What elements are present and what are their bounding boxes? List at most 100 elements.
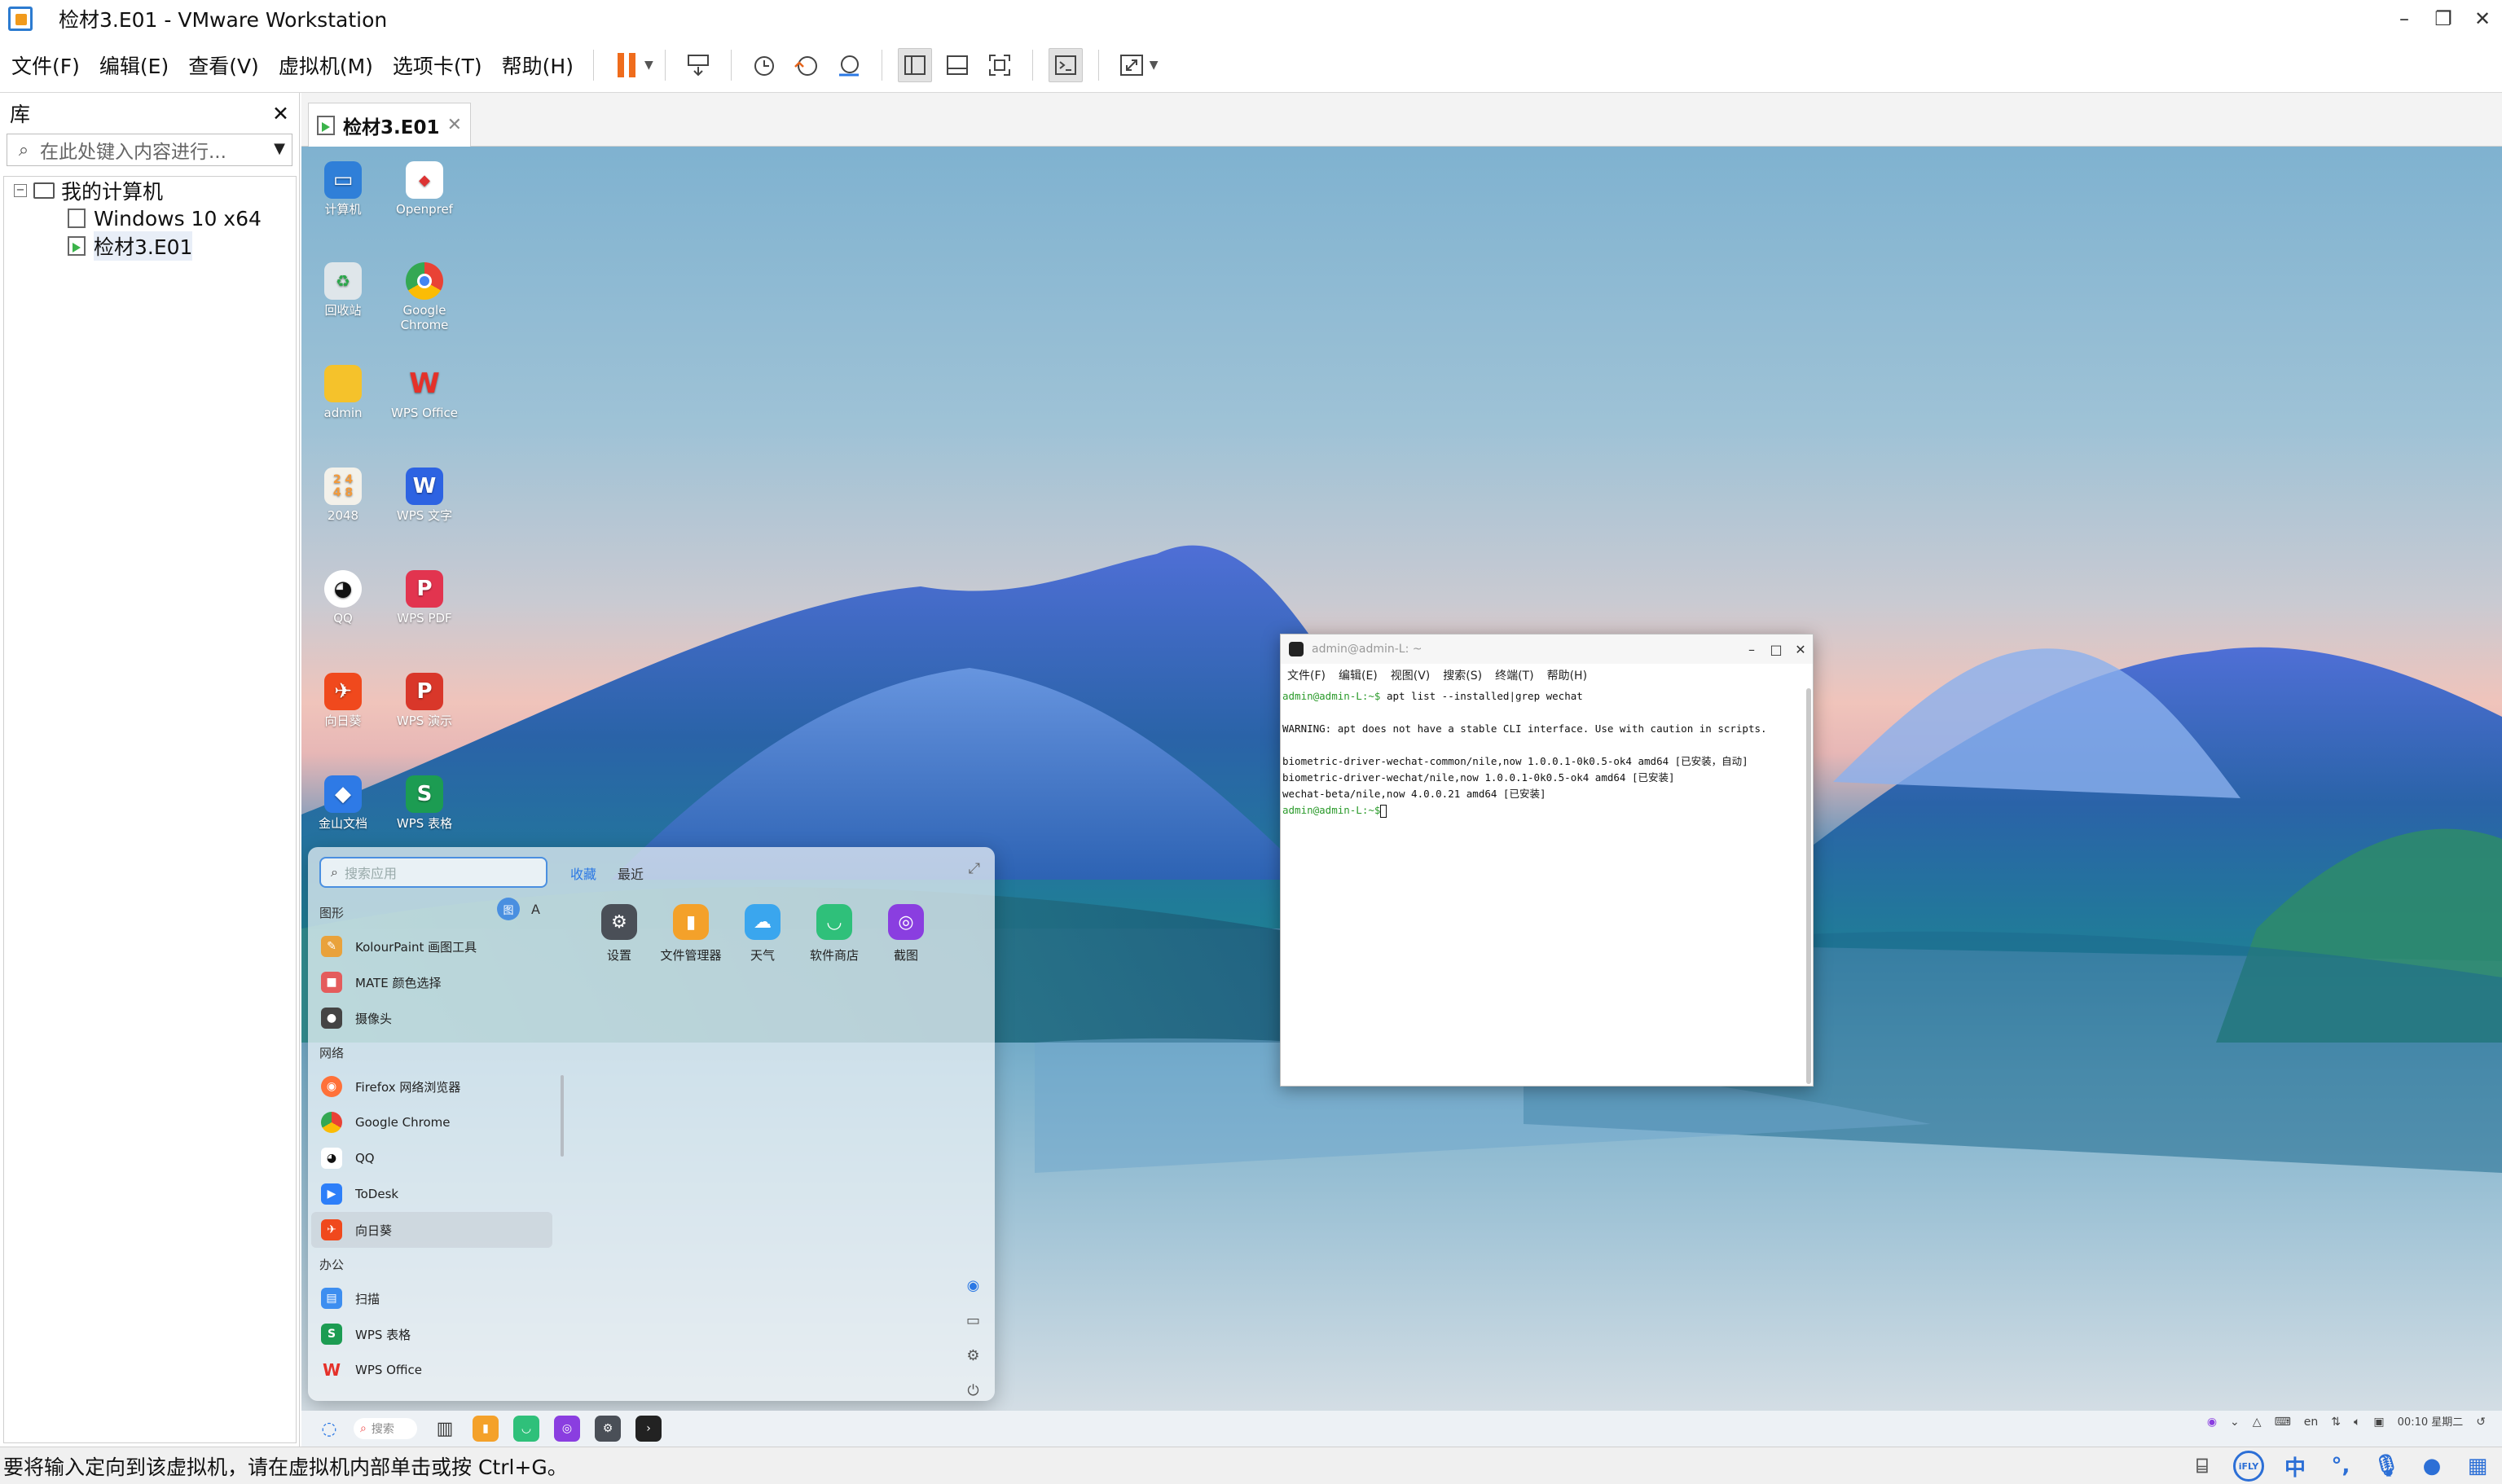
console-view-button[interactable]	[1048, 47, 1083, 82]
menu-edit[interactable]: 编辑(E)	[91, 50, 177, 80]
app-item[interactable]: W WPS Office	[308, 1352, 561, 1388]
favorite-settings[interactable]: ⚙ 设置	[583, 904, 655, 964]
stretch-guest-button[interactable]	[1115, 48, 1149, 82]
tray-arrow-icon[interactable]: ⌄	[2230, 1416, 2240, 1429]
desktop-icon-wps-presentation[interactable]: P WPS 演示	[388, 673, 461, 728]
desktop-icon-wps-spreadsheet[interactable]: S WPS 表格	[388, 775, 461, 831]
close-button[interactable]: ✕	[2463, 0, 2502, 37]
app-item[interactable]: ◕ QQ	[308, 1140, 561, 1176]
tab-vm[interactable]: 检材3.E01 ✕	[308, 103, 471, 147]
app-item[interactable]: Google Chrome	[308, 1104, 561, 1140]
keyboard-icon[interactable]: ⌨	[2275, 1416, 2291, 1429]
software-store-icon[interactable]: ◡	[513, 1416, 539, 1442]
favorite-file-manager[interactable]: ▮ 文件管理器	[655, 904, 727, 964]
snapshot-manager-button[interactable]	[832, 48, 866, 82]
desktop-icon-openpref[interactable]: ◆ Openpref	[388, 161, 461, 217]
terminal-menu-help[interactable]: 帮助(H)	[1547, 667, 1587, 683]
hard-disk-icon[interactable]: ⌸	[2188, 1451, 2217, 1481]
terminal-icon[interactable]: ›	[635, 1416, 662, 1442]
terminal-close-button[interactable]: ✕	[1788, 642, 1813, 657]
notification-icon[interactable]: ▣	[2373, 1416, 2384, 1429]
search-dropdown-icon[interactable]: ▼	[274, 140, 285, 157]
menu-vm[interactable]: 虚拟机(M)	[270, 50, 381, 80]
app-item[interactable]: ◉ Firefox 网络浏览器	[308, 1069, 561, 1104]
volume-icon[interactable]: 🔈︎	[2354, 1416, 2360, 1429]
terminal-menu-view[interactable]: 视图(V)	[1391, 667, 1431, 683]
ifly-ime-icon[interactable]: iFLY	[2233, 1451, 2264, 1482]
punctuation-icon[interactable]: °,	[2326, 1451, 2355, 1481]
snapshot-revert-button[interactable]	[789, 48, 824, 82]
restore-button[interactable]: ❐	[2424, 0, 2463, 37]
tree-item-vm[interactable]: Windows 10 x64	[4, 204, 296, 232]
full-screen-button[interactable]	[983, 48, 1017, 82]
library-close-icon[interactable]: ✕	[272, 102, 289, 125]
taskbar-search-button[interactable]: ⌕ 搜索	[354, 1418, 417, 1439]
app-item[interactable]: ● 摄像头	[308, 1000, 561, 1036]
sidebar-toggle-icon[interactable]: ↺	[2476, 1416, 2486, 1429]
tray-app-icon[interactable]: ◉	[2207, 1416, 2217, 1429]
app-item[interactable]: S WPS 表格	[308, 1316, 561, 1352]
multitask-view-icon[interactable]: ▥	[432, 1416, 458, 1442]
minimize-button[interactable]: –	[2385, 0, 2424, 37]
letter-index-button[interactable]: A	[531, 902, 540, 917]
desktop-icon-sunlogin[interactable]: ✈ 向日葵	[306, 673, 380, 728]
tab-recent[interactable]: 最近	[618, 863, 644, 883]
app-item-hovered[interactable]: ✈ 向日葵	[311, 1212, 552, 1248]
start-menu-button[interactable]: ◌	[316, 1416, 342, 1442]
power-icon[interactable]: ⏻	[967, 1382, 978, 1399]
user-icon[interactable]: ●	[2417, 1451, 2447, 1481]
favorite-screenshot[interactable]: ◎ 截图	[870, 904, 942, 964]
monitor-icon[interactable]: ▭	[966, 1312, 980, 1329]
desktop-icon-qq[interactable]: ◕ QQ	[306, 570, 380, 626]
app-item[interactable]: ✎ KolourPaint 画图工具	[308, 929, 561, 964]
menu-view[interactable]: 查看(V)	[180, 50, 267, 80]
show-thumbnail-bar-button[interactable]	[940, 48, 974, 82]
tray-triangle-icon[interactable]: △	[2253, 1416, 2262, 1429]
terminal-maximize-button[interactable]: □	[1764, 642, 1788, 657]
letter-index-button[interactable]: 图	[497, 898, 520, 920]
tab-favorites[interactable]: 收藏	[570, 863, 596, 883]
screenshot-icon[interactable]: ◎	[554, 1416, 580, 1442]
desktop-icon-computer[interactable]: ▭ 计算机	[306, 161, 380, 217]
favorite-software-store[interactable]: ◡ 软件商店	[798, 904, 870, 964]
settings-icon[interactable]: ⚙	[595, 1416, 621, 1442]
menu-help[interactable]: 帮助(H)	[494, 50, 582, 80]
settings-icon[interactable]: ⚙	[966, 1347, 979, 1364]
app-list-scrollbar[interactable]	[561, 1075, 564, 1157]
start-menu-search-input[interactable]: ⌕ 搜索应用	[319, 857, 547, 888]
user-avatar-icon[interactable]: ◉	[967, 1277, 980, 1294]
terminal-window[interactable]: admin@admin-L: ~ – □ ✕ 文件(F) 编辑(E) 视图(V)…	[1280, 634, 1814, 1087]
snapshot-take-button[interactable]	[747, 48, 781, 82]
send-ctrl-alt-del-button[interactable]	[681, 48, 715, 82]
guest-desktop[interactable]: ▭ 计算机 ◆ Openpref ♻ 回收站 Google Chrome adm…	[301, 147, 2502, 1411]
desktop-icon-wps-pdf[interactable]: P WPS PDF	[388, 570, 461, 626]
file-manager-icon[interactable]: ▮	[473, 1416, 499, 1442]
terminal-scrollbar[interactable]	[1806, 688, 1811, 1084]
desktop-icon-trash[interactable]: ♻ 回收站	[306, 262, 380, 318]
apps-grid-icon[interactable]: ▦	[2463, 1451, 2492, 1481]
microphone-icon[interactable]: 🎙︎	[2372, 1451, 2401, 1481]
guest-clock[interactable]: 00:10 星期二	[2398, 1416, 2464, 1429]
tree-item-my-computer[interactable]: − 我的计算机	[4, 177, 296, 204]
terminal-menu-file[interactable]: 文件(F)	[1287, 667, 1326, 683]
app-item[interactable]: ▤ 扫描	[308, 1280, 561, 1316]
show-library-button[interactable]	[897, 47, 932, 82]
tree-item-vm-active[interactable]: 检材3.E01	[4, 231, 296, 261]
expand-icon[interactable]: ⤢	[969, 860, 980, 877]
desktop-icon-kdocs[interactable]: ◆ 金山文档	[306, 775, 380, 831]
ime-chinese-mode[interactable]: 中	[2280, 1451, 2310, 1481]
tab-close-icon[interactable]: ✕	[447, 115, 462, 135]
desktop-icon-wps-office[interactable]: W WPS Office	[388, 365, 461, 420]
desktop-icon-chrome[interactable]: Google Chrome	[388, 262, 461, 332]
favorite-weather[interactable]: ☁ 天气	[727, 904, 798, 964]
app-item[interactable]: ■ MATE 颜色选择	[308, 964, 561, 1000]
desktop-icon-wps-writer[interactable]: W WPS 文字	[388, 468, 461, 523]
suspend-button[interactable]	[609, 48, 644, 82]
terminal-output[interactable]: admin@admin-L:~$ apt list --installed|gr…	[1281, 687, 1813, 820]
stretch-dropdown-arrow[interactable]: ▼	[1150, 59, 1159, 72]
app-item[interactable]: ▶ ToDesk	[308, 1176, 561, 1212]
collapse-icon[interactable]: −	[14, 184, 27, 197]
menu-tabs[interactable]: 选项卡(T)	[385, 50, 490, 80]
terminal-menu-edit[interactable]: 编辑(E)	[1339, 667, 1378, 683]
terminal-minimize-button[interactable]: –	[1739, 642, 1764, 657]
